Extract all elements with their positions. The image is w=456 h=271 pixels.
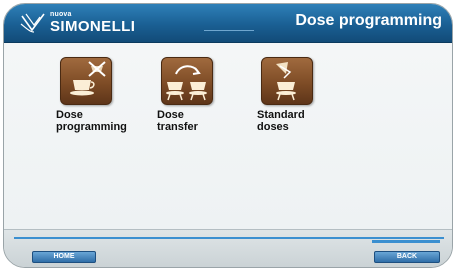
menu-item-dose-programming[interactable]: Dose programming xyxy=(56,57,146,133)
standard-dose-icon xyxy=(261,57,313,105)
back-button[interactable]: BACK xyxy=(374,251,440,263)
brand-logo: nuova SIMONELLI xyxy=(20,9,170,37)
page-title: Dose programming xyxy=(295,12,442,29)
top-bar: nuova SIMONELLI Dose programming xyxy=(4,4,452,43)
menu-item-label: Dose programming xyxy=(56,109,127,133)
menu-item-label: Dose transfer xyxy=(157,109,198,133)
header-divider xyxy=(204,30,254,31)
footer-accent-line xyxy=(14,237,444,239)
brand-tagline: nuova xyxy=(50,11,72,18)
transfer-cups-icon xyxy=(161,57,213,105)
main-content: Dose programming Dose transfer Standard … xyxy=(4,43,452,229)
menu-item-label: Standard doses xyxy=(257,109,305,133)
device-screen: nuova SIMONELLI Dose programming Dose pr… xyxy=(3,3,453,268)
cup-crossed-icon xyxy=(60,57,112,105)
menu-item-standard-doses[interactable]: Standard doses xyxy=(257,57,347,133)
brand-wordmark: SIMONELLI xyxy=(50,18,136,35)
footer-accent-highlight xyxy=(372,240,440,243)
simonelli-logo-icon xyxy=(20,13,45,33)
brand-name: nuova SIMONELLI xyxy=(50,10,170,36)
menu-item-dose-transfer[interactable]: Dose transfer xyxy=(157,57,247,133)
home-button[interactable]: HOME xyxy=(32,251,96,263)
